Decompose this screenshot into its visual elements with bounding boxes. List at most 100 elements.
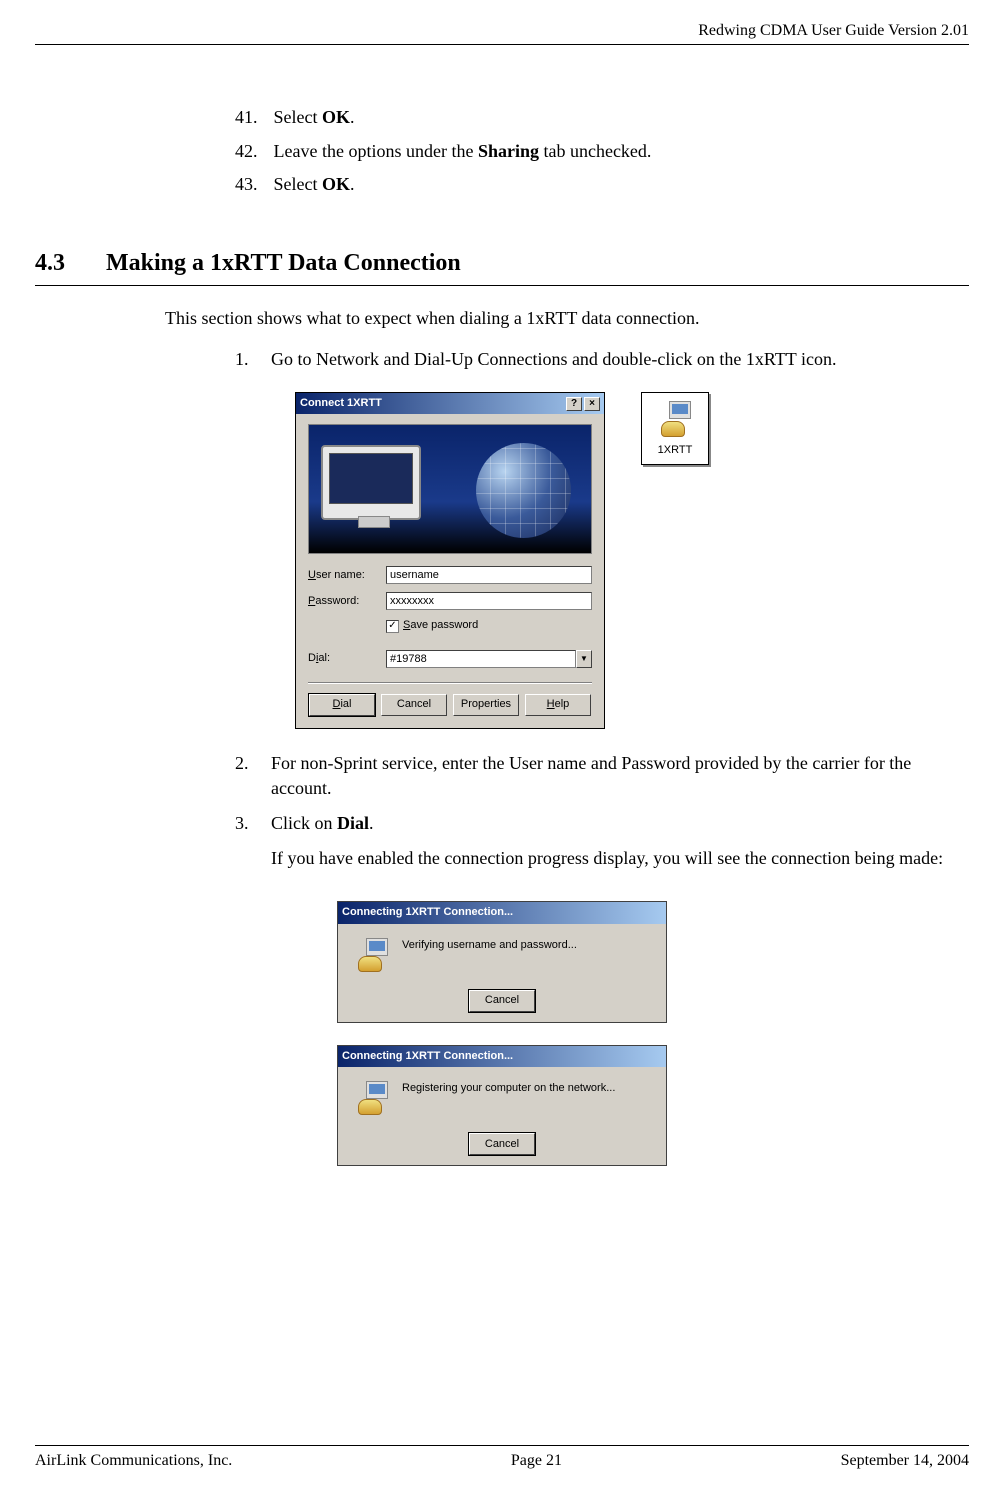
connection-icon xyxy=(352,938,388,972)
progress-message: Registering your computer on the network… xyxy=(402,1081,615,1115)
dialog-title: Connecting 1XRTT Connection... xyxy=(342,905,513,920)
help-icon[interactable]: ? xyxy=(566,397,582,411)
dial-label: Dial: xyxy=(308,651,386,666)
item-number: 3. xyxy=(235,811,271,836)
save-password-checkbox[interactable]: ✓ xyxy=(386,620,399,633)
item-text-prefix: Leave the options under the xyxy=(274,141,478,161)
section-heading: 4.3 Making a 1xRTT Data Connection xyxy=(35,247,969,286)
properties-button[interactable]: Properties xyxy=(453,694,519,716)
item-text-prefix: Select xyxy=(274,174,322,194)
separator xyxy=(308,682,592,684)
cancel-button[interactable]: Cancel xyxy=(469,1133,535,1155)
cancel-button[interactable]: Cancel xyxy=(381,694,447,716)
password-label: Password: xyxy=(308,594,386,609)
item-bold: OK xyxy=(322,107,350,127)
list-item: 43. Select OK. xyxy=(235,172,969,197)
step-continuation: If you have enabled the connection progr… xyxy=(271,846,969,871)
footer-center: Page 21 xyxy=(511,1450,562,1472)
item-text: Click on Dial. xyxy=(271,811,969,836)
item-number: 42. xyxy=(235,139,269,164)
icon-label: 1XRTT xyxy=(646,443,704,458)
item-text-suffix: tab unchecked. xyxy=(539,141,651,161)
list-item: 42. Leave the options under the Sharing … xyxy=(235,139,969,164)
cancel-button[interactable]: Cancel xyxy=(469,990,535,1012)
connection-icon xyxy=(352,1081,388,1115)
progress-dialog-verifying: Connecting 1XRTT Connection... Verifying… xyxy=(337,901,667,1022)
username-row: User name: xyxy=(308,566,592,584)
item-prefix: Click on xyxy=(271,813,337,833)
dialog-banner-graphic xyxy=(308,424,592,554)
save-password-label: Save password xyxy=(403,618,478,633)
dial-input[interactable] xyxy=(386,650,576,668)
connection-icon xyxy=(655,401,695,437)
list-item: 3. Click on Dial. xyxy=(235,811,969,836)
item-bold: Dial xyxy=(337,813,369,833)
dialog-titlebar: Connect 1XRTT ? × xyxy=(296,393,604,414)
item-number: 1. xyxy=(235,347,271,372)
monitor-icon xyxy=(669,401,691,419)
button-row: Cancel xyxy=(352,990,652,1012)
progress-content: Verifying username and password... xyxy=(352,938,652,972)
page-content: 41. Select OK. 42. Leave the options und… xyxy=(35,105,969,1405)
section-number: 4.3 xyxy=(35,247,100,281)
globe-icon xyxy=(476,443,571,538)
item-bold: OK xyxy=(322,174,350,194)
section-intro: This section shows what to expect when d… xyxy=(165,306,969,331)
dialog-body: User name: Password: ✓ Save password Dia… xyxy=(296,414,604,727)
page-header: Redwing CDMA User Guide Version 2.01 xyxy=(35,20,969,45)
password-row: Password: xyxy=(308,592,592,610)
username-label: User name: xyxy=(308,568,386,583)
monitor-icon xyxy=(321,445,421,520)
previous-steps-list: 41. Select OK. 42. Leave the options und… xyxy=(235,105,969,197)
list-item: 41. Select OK. xyxy=(235,105,969,130)
chevron-down-icon[interactable]: ▼ xyxy=(576,650,592,668)
password-input[interactable] xyxy=(386,592,592,610)
username-input[interactable] xyxy=(386,566,592,584)
phone-icon xyxy=(358,956,382,972)
phone-icon xyxy=(661,421,685,437)
section-title: Making a 1xRTT Data Connection xyxy=(106,250,461,276)
dialog-title: Connecting 1XRTT Connection... xyxy=(342,1049,513,1064)
list-item: 2. For non-Sprint service, enter the Use… xyxy=(235,751,969,801)
steps-list: 1. Go to Network and Dial-Up Connections… xyxy=(235,347,969,372)
help-button[interactable]: Help xyxy=(525,694,591,716)
item-text-suffix: . xyxy=(350,174,355,194)
connect-dialog: Connect 1XRTT ? × User name: Password: xyxy=(295,392,605,729)
footer-right: September 14, 2004 xyxy=(841,1450,969,1472)
dialog-button-row: Dial Cancel Properties Help xyxy=(308,694,592,716)
progress-dialogs: Connecting 1XRTT Connection... Verifying… xyxy=(35,901,969,1166)
dial-row: Dial: ▼ xyxy=(308,650,592,668)
figure-row: Connect 1XRTT ? × User name: Password: xyxy=(35,392,969,729)
footer-left: AirLink Communications, Inc. xyxy=(35,1450,232,1472)
button-row: Cancel xyxy=(352,1133,652,1155)
progress-message: Verifying username and password... xyxy=(402,938,577,972)
progress-dialog-registering: Connecting 1XRTT Connection... Registeri… xyxy=(337,1045,667,1166)
item-text-prefix: Select xyxy=(274,107,322,127)
titlebar-buttons: ? × xyxy=(566,397,600,411)
steps-list-continued: 2. For non-Sprint service, enter the Use… xyxy=(235,751,969,837)
dial-button[interactable]: Dial xyxy=(309,694,375,716)
item-text: Go to Network and Dial-Up Connections an… xyxy=(271,347,969,372)
item-number: 43. xyxy=(235,172,269,197)
progress-content: Registering your computer on the network… xyxy=(352,1081,652,1115)
monitor-icon xyxy=(366,1081,388,1099)
item-number: 2. xyxy=(235,751,271,801)
item-text-suffix: . xyxy=(350,107,355,127)
item-number: 41. xyxy=(235,105,269,130)
phone-icon xyxy=(358,1099,382,1115)
dialog-title: Connect 1XRTT xyxy=(300,396,382,411)
dialog-body: Registering your computer on the network… xyxy=(338,1067,666,1165)
save-password-row: ✓ Save password xyxy=(386,618,592,633)
item-text: For non-Sprint service, enter the User n… xyxy=(271,751,969,801)
item-bold: Sharing xyxy=(478,141,539,161)
monitor-icon xyxy=(366,938,388,956)
page-footer: AirLink Communications, Inc. Page 21 Sep… xyxy=(35,1445,969,1472)
dialog-titlebar: Connecting 1XRTT Connection... xyxy=(338,902,666,923)
connection-icon-box[interactable]: 1XRTT xyxy=(641,392,709,465)
item-suffix: . xyxy=(369,813,374,833)
header-title: Redwing CDMA User Guide Version 2.01 xyxy=(698,22,969,39)
dialog-body: Verifying username and password... Cance… xyxy=(338,924,666,1022)
close-icon[interactable]: × xyxy=(584,397,600,411)
dialog-titlebar: Connecting 1XRTT Connection... xyxy=(338,1046,666,1067)
list-item: 1. Go to Network and Dial-Up Connections… xyxy=(235,347,969,372)
